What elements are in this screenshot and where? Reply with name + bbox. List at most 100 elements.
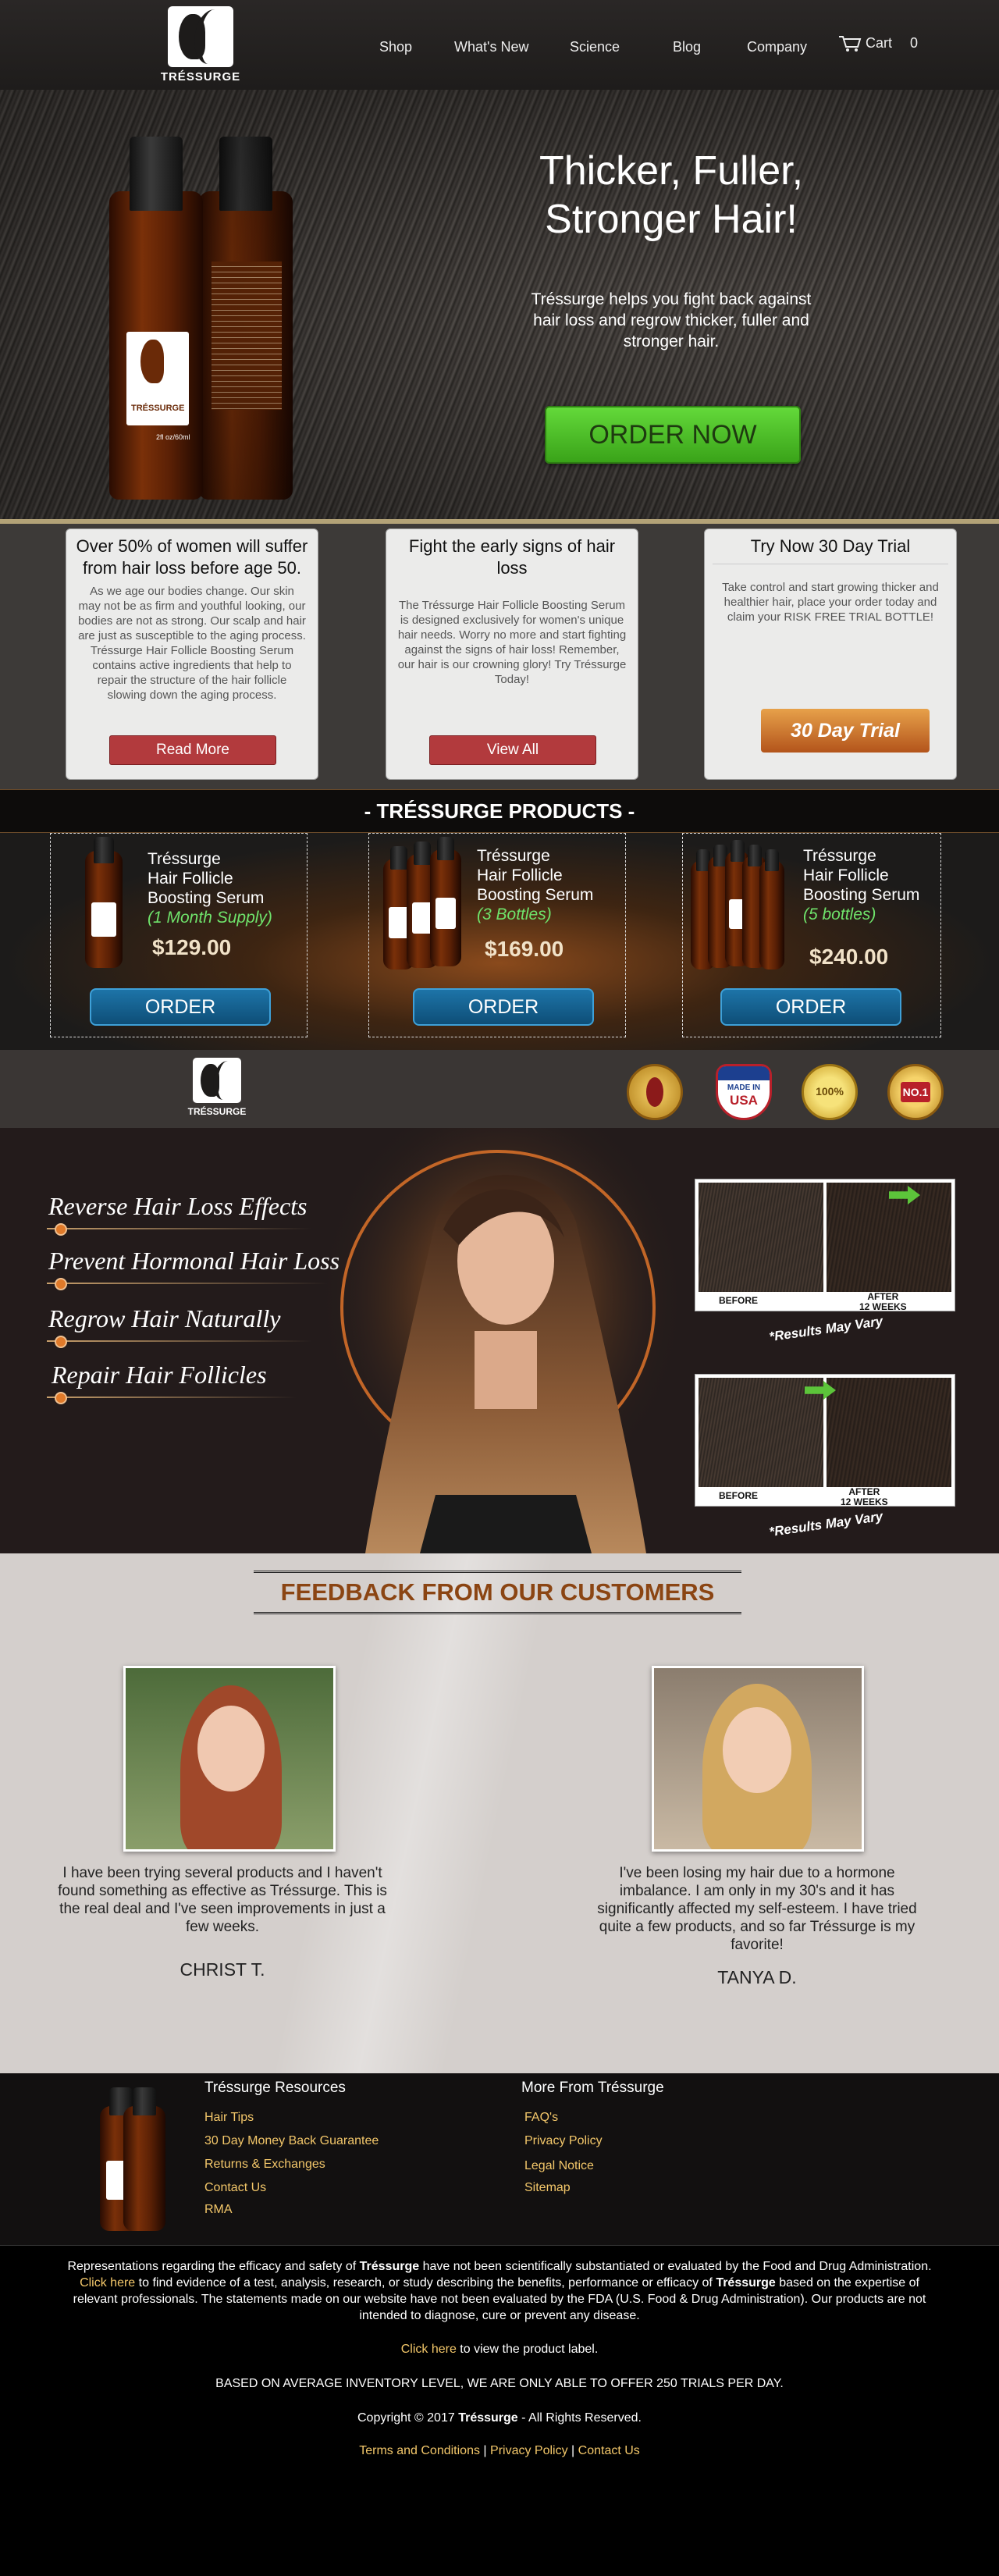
number-one-badge: NO.1 (887, 1064, 944, 1120)
nav-blog[interactable]: Blog (673, 39, 701, 55)
legal-disclaimer: Representations regarding the efficacy a… (67, 2260, 932, 2322)
testimonial-quote: I have been trying several products and … (58, 1865, 387, 1935)
footer-link-legal[interactable]: Legal Notice (524, 2159, 594, 2173)
feature-line (47, 1228, 312, 1229)
badge-text: 100% (816, 1085, 844, 1098)
card-body: As we age our bodies change. Our skin ma… (78, 585, 306, 702)
info-card-hair-loss: Over 50% of women will suffer from hair … (66, 528, 318, 780)
thirty-day-trial-button[interactable]: 30 Day Trial (761, 709, 930, 753)
evidence-link[interactable]: Click here (80, 2276, 135, 2290)
feature-item: Prevent Hormonal Hair Loss (48, 1247, 340, 1275)
woman-silhouette-icon (193, 1058, 241, 1103)
woman-silhouette-icon: TRÉSSURGE (126, 332, 189, 425)
trials-notice: BASED ON AVERAGE INVENTORY LEVEL, WE ARE… (215, 2377, 784, 2390)
copyright: Copyright © 2017 Tréssurge - All Rights … (357, 2411, 642, 2425)
product-price: $129.00 (152, 935, 232, 959)
nav-whats-new[interactable]: What's New (454, 39, 528, 55)
hero-banner: TRÉSSURGE 2fl oz/60ml 2fl oz/60ml (0, 90, 999, 519)
product-bottle-image (759, 849, 784, 970)
order-button[interactable]: ORDER (90, 988, 271, 1026)
card-body: Take control and start growing thicker a… (722, 581, 939, 624)
view-all-button[interactable]: View All (429, 735, 596, 765)
satisfaction-guaranteed-badge: 100% (802, 1064, 858, 1120)
footer-link-hair-tips[interactable]: Hair Tips (204, 2111, 254, 2125)
model-illustration-icon (318, 1128, 685, 1553)
info-card-early-signs: Fight the early signs of hair loss The T… (386, 528, 638, 780)
feedback-section: FEEDBACK FROM OUR CUSTOMERS I have been … (0, 1553, 999, 2073)
feature-line (47, 1397, 297, 1398)
product-name: Tréssurge Hair Follicle Boosting Serum (5 … (803, 847, 920, 923)
testimonial-name: CHRIST T. (180, 1959, 265, 1980)
footer-link-privacy[interactable]: Privacy Policy (524, 2134, 603, 2148)
footer-link-sitemap[interactable]: Sitemap (524, 2181, 571, 2195)
feature-line (47, 1283, 328, 1284)
nav-shop[interactable]: Shop (379, 39, 412, 55)
footer-link-rma[interactable]: RMA (204, 2203, 233, 2217)
contact-us-link[interactable]: Contact Us (578, 2444, 640, 2457)
after-photo (827, 1183, 951, 1292)
feature-dot (55, 1223, 67, 1236)
footer-bottle-image (123, 2087, 165, 2231)
before-photo (699, 1378, 823, 1487)
feature-item: Regrow Hair Naturally (48, 1304, 281, 1332)
hero-title: Thicker, Fuller, Stronger Hair! (515, 147, 827, 244)
hero-title-line-1: Thicker, Fuller, (539, 148, 804, 194)
product-bottle-image (430, 837, 461, 966)
feedback-heading: FEEDBACK FROM OUR CUSTOMERS (254, 1571, 741, 1614)
privacy-policy-link[interactable]: Privacy Policy (490, 2444, 568, 2457)
results-may-vary: *Results May Vary (768, 1508, 884, 1540)
results-may-vary: *Results May Vary (768, 1313, 884, 1345)
product-price: $169.00 (485, 937, 564, 961)
footer-link-contact[interactable]: Contact Us (204, 2181, 266, 2195)
product-name: Tréssurge Hair Follicle Boosting Serum (1 … (148, 850, 272, 927)
product-price: $240.00 (809, 945, 889, 969)
model-image (318, 1128, 685, 1553)
nav-company[interactable]: Company (747, 39, 807, 55)
customer-photo-tanya (652, 1666, 864, 1852)
cart-icon (839, 36, 862, 52)
order-now-button[interactable]: ORDER NOW (545, 406, 801, 464)
products-heading: - TRÉSSURGE PRODUCTS - (0, 789, 999, 833)
product-label-link[interactable]: Click here (401, 2343, 457, 2356)
bottle-size: 2fl oz/60ml (156, 433, 190, 441)
card-body: The Tréssurge Hair Follicle Boosting Ser… (397, 599, 627, 686)
read-more-button[interactable]: Read More (109, 735, 276, 765)
footer-link-faq[interactable]: FAQ's (524, 2111, 558, 2125)
product-card-3-bottles: Tréssurge Hair Follicle Boosting Serum (3 … (368, 833, 626, 1037)
product-card-5-bottles: Tréssurge Hair Follicle Boosting Serum (5 … (682, 833, 941, 1037)
product-label-text: Click here to view the product label. (400, 2343, 599, 2356)
products-section: Tréssurge Hair Follicle Boosting Serum (1 … (0, 833, 999, 1050)
testimonial-name: TANYA D. (717, 1967, 797, 1987)
testimonial-quote: I've been losing my hair due to a hormon… (597, 1865, 917, 1953)
before-photo (699, 1183, 823, 1292)
brand-wordmark: TRÉSSURGE (187, 1106, 247, 1117)
footer-link-guarantee[interactable]: 30 Day Money Back Guarantee (204, 2134, 379, 2148)
card-title: Over 50% of women will suffer from hair … (76, 536, 308, 578)
made-in-usa-badge: MADE IN USA (716, 1064, 772, 1120)
trust-badges: TRÉSSURGE MADE IN USA 100% NO.1 (0, 1050, 999, 1128)
order-button[interactable]: ORDER (720, 988, 901, 1026)
feature-dot (55, 1392, 67, 1404)
brand-logo-small: TRÉSSURGE (186, 1058, 248, 1123)
order-button[interactable]: ORDER (413, 988, 594, 1026)
feature-line (47, 1340, 312, 1342)
badge-text: USA (730, 1093, 758, 1108)
after-label: AFTER 12 WEEKS (859, 1291, 907, 1312)
feature-dot (55, 1278, 67, 1290)
product-supply: (3 Bottles) (477, 906, 552, 923)
hero-bottle-back (199, 137, 293, 500)
cart-count: 0 (910, 34, 919, 51)
before-label: BEFORE (719, 1295, 759, 1306)
feature-item: Reverse Hair Loss Effects (48, 1192, 308, 1220)
brand-wordmark: TRÉSSURGE (160, 70, 241, 84)
after-label: AFTER 12 WEEKS (841, 1486, 888, 1507)
hero-subtitle: Tréssurge helps you fight back against h… (531, 290, 812, 350)
terms-link[interactable]: Terms and Conditions (359, 2444, 480, 2457)
brand-logo[interactable]: TRÉSSURGE (160, 6, 241, 84)
after-photo (827, 1378, 951, 1487)
cart-link[interactable]: Cart 0 (838, 34, 918, 58)
nav-science[interactable]: Science (570, 39, 620, 55)
product-supply: (5 bottles) (803, 906, 876, 923)
info-card-trial: Try Now 30 Day Trial Take control and st… (704, 528, 957, 780)
footer-link-returns[interactable]: Returns & Exchanges (204, 2158, 325, 2172)
